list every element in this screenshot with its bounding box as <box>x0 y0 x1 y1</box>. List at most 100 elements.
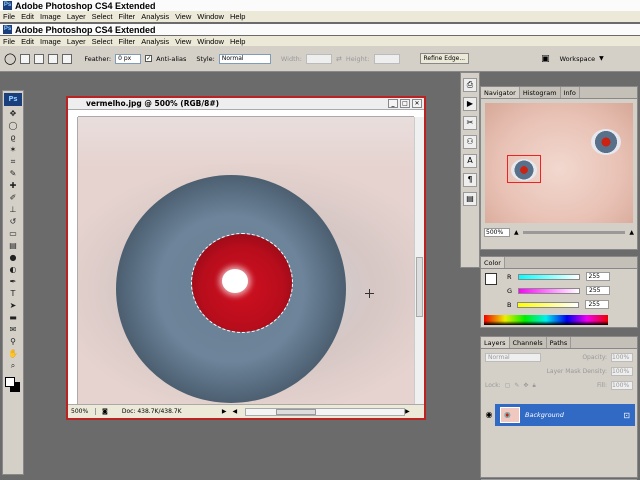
eyedropper2-icon[interactable]: ⚲ <box>5 336 21 347</box>
menu-image[interactable]: Image <box>40 12 61 21</box>
ellipse-marquee-icon[interactable]: ◯ <box>5 120 21 131</box>
menu-edit[interactable]: Edit <box>21 12 34 21</box>
navigator-preview[interactable] <box>485 103 633 223</box>
blend-mode-select[interactable]: Normal <box>485 353 541 362</box>
zoom-slider[interactable] <box>522 231 626 234</box>
eraser-icon[interactable]: ▭ <box>5 228 21 239</box>
opacity-input[interactable]: 100% <box>611 353 633 362</box>
slider-g[interactable] <box>518 287 581 294</box>
slider-b[interactable] <box>517 301 580 308</box>
menu-image[interactable]: Image <box>40 37 61 46</box>
menu-window[interactable]: Window <box>197 37 224 46</box>
workspace-menu[interactable]: Workspace <box>560 55 596 63</box>
new-selection-icon[interactable] <box>20 53 31 64</box>
zoom-icon[interactable]: ⌕ <box>5 360 21 371</box>
height-input[interactable] <box>373 53 400 64</box>
menu-layer[interactable]: Layer <box>67 37 86 46</box>
tool-presets-icon[interactable]: ✂ <box>463 116 477 130</box>
blur-icon[interactable]: ● <box>5 252 21 263</box>
lasso-icon[interactable]: ϱ <box>5 132 21 143</box>
menu-window[interactable]: Window <box>197 12 224 21</box>
character-icon[interactable]: A <box>463 154 477 168</box>
add-selection-icon[interactable] <box>34 53 45 64</box>
value-g[interactable]: 255 <box>586 286 611 295</box>
navigator-view-box[interactable] <box>507 155 541 183</box>
move-icon[interactable]: ✥ <box>5 108 21 119</box>
slider-r[interactable] <box>517 273 580 280</box>
actions-icon[interactable]: ▶ <box>463 97 477 111</box>
pen-icon[interactable]: ✒ <box>5 276 21 287</box>
menu-filter[interactable]: Filter <box>119 12 136 21</box>
notes-icon[interactable]: ▤ <box>463 192 477 206</box>
menu-analysis[interactable]: Analysis <box>141 37 169 46</box>
menu-view[interactable]: View <box>175 12 191 21</box>
menu-file[interactable]: File <box>3 12 15 21</box>
close-icon[interactable]: ✕ <box>412 99 422 108</box>
history-icon[interactable]: ⎙ <box>463 78 477 92</box>
zoom-field[interactable]: 500% <box>68 408 96 415</box>
chevron-down-icon[interactable]: ▼ <box>599 55 604 62</box>
clone-stamp-icon[interactable]: ⊥ <box>5 204 21 215</box>
value-r[interactable]: 255 <box>585 272 610 281</box>
navigator-zoom-field[interactable]: 500% <box>484 228 510 237</box>
gradient-icon[interactable]: ▤ <box>5 240 21 251</box>
crop-icon[interactable]: ⌗ <box>5 156 21 167</box>
menu-filter[interactable]: Filter <box>119 37 136 46</box>
feather-input[interactable]: 0 px <box>115 53 142 64</box>
shape-icon[interactable]: ▬ <box>5 312 21 323</box>
vertical-scrollbar[interactable] <box>414 117 424 404</box>
type-icon[interactable]: T <box>5 288 21 299</box>
zoom-out-icon[interactable]: ▲ <box>514 229 519 236</box>
menu-layer[interactable]: Layer <box>67 12 86 21</box>
color-spectrum[interactable] <box>484 315 608 325</box>
scroll-thumb[interactable] <box>416 257 423 317</box>
document-title-bar[interactable]: vermelho.jpg @ 500% (RGB/8#) _ □ ✕ <box>68 98 424 110</box>
scroll-left-icon[interactable]: ◀ <box>232 408 237 415</box>
healing-brush-icon[interactable]: ✚ <box>5 180 21 191</box>
tab-info[interactable]: Info <box>561 87 580 98</box>
antialias-checkbox[interactable]: ✓ <box>145 55 153 62</box>
tab-paths[interactable]: Paths <box>547 337 572 348</box>
width-input[interactable] <box>305 53 332 64</box>
maximize-icon[interactable]: □ <box>400 99 410 108</box>
menu-select[interactable]: Select <box>92 12 113 21</box>
menu-help[interactable]: Help <box>230 12 245 21</box>
foreground-swatch[interactable] <box>485 273 497 285</box>
zoom-in-icon[interactable]: ▲ <box>629 229 634 236</box>
subtract-selection-icon[interactable] <box>48 53 59 64</box>
color-swatches-icon[interactable] <box>5 377 21 393</box>
mask-density-input[interactable]: 100% <box>611 367 633 376</box>
lock-position-icon[interactable]: ✥ <box>523 382 528 389</box>
tab-navigator[interactable]: Navigator <box>481 87 520 98</box>
path-selection-icon[interactable]: ➤ <box>5 300 21 311</box>
clone-source-icon[interactable]: ⚇ <box>463 135 477 149</box>
menu-view[interactable]: View <box>175 37 191 46</box>
eyedropper-icon[interactable]: ✎ <box>5 168 21 179</box>
layer-row-background[interactable]: ◉ Background ⊡ <box>483 404 635 426</box>
intersect-selection-icon[interactable] <box>62 53 73 64</box>
magic-wand-icon[interactable]: ✶ <box>5 144 21 155</box>
paragraph-icon[interactable]: ¶ <box>463 173 477 187</box>
hand-icon[interactable]: ✋ <box>5 348 21 359</box>
scroll-right-icon[interactable]: ▶ <box>405 408 410 415</box>
tab-layers[interactable]: Layers <box>481 337 510 348</box>
scroll-thumb[interactable] <box>276 408 317 415</box>
visibility-eye-icon[interactable]: ◉ <box>483 404 495 426</box>
style-select[interactable]: Normal <box>218 53 271 64</box>
value-b[interactable]: 255 <box>585 300 610 309</box>
dodge-icon[interactable]: ◐ <box>5 264 21 275</box>
ellipse-marquee-preset-icon[interactable]: ◯ <box>4 52 16 65</box>
image-canvas[interactable] <box>78 117 414 404</box>
minimize-icon[interactable]: _ <box>388 99 398 108</box>
menu-analysis[interactable]: Analysis <box>141 12 169 21</box>
menu-help[interactable]: Help <box>230 37 245 46</box>
tab-color[interactable]: Color <box>481 257 505 268</box>
brush-icon[interactable]: ✐ <box>5 192 21 203</box>
lock-all-icon[interactable]: 🔒︎ <box>532 382 535 390</box>
notes-icon[interactable]: ✉ <box>5 324 21 335</box>
menu-file[interactable]: File <box>3 37 15 46</box>
history-brush-icon[interactable]: ↺ <box>5 216 21 227</box>
status-menu-icon[interactable]: ◙ <box>102 408 108 415</box>
status-arrow-icon[interactable]: ▶ <box>222 408 227 415</box>
menu-edit[interactable]: Edit <box>21 37 34 46</box>
